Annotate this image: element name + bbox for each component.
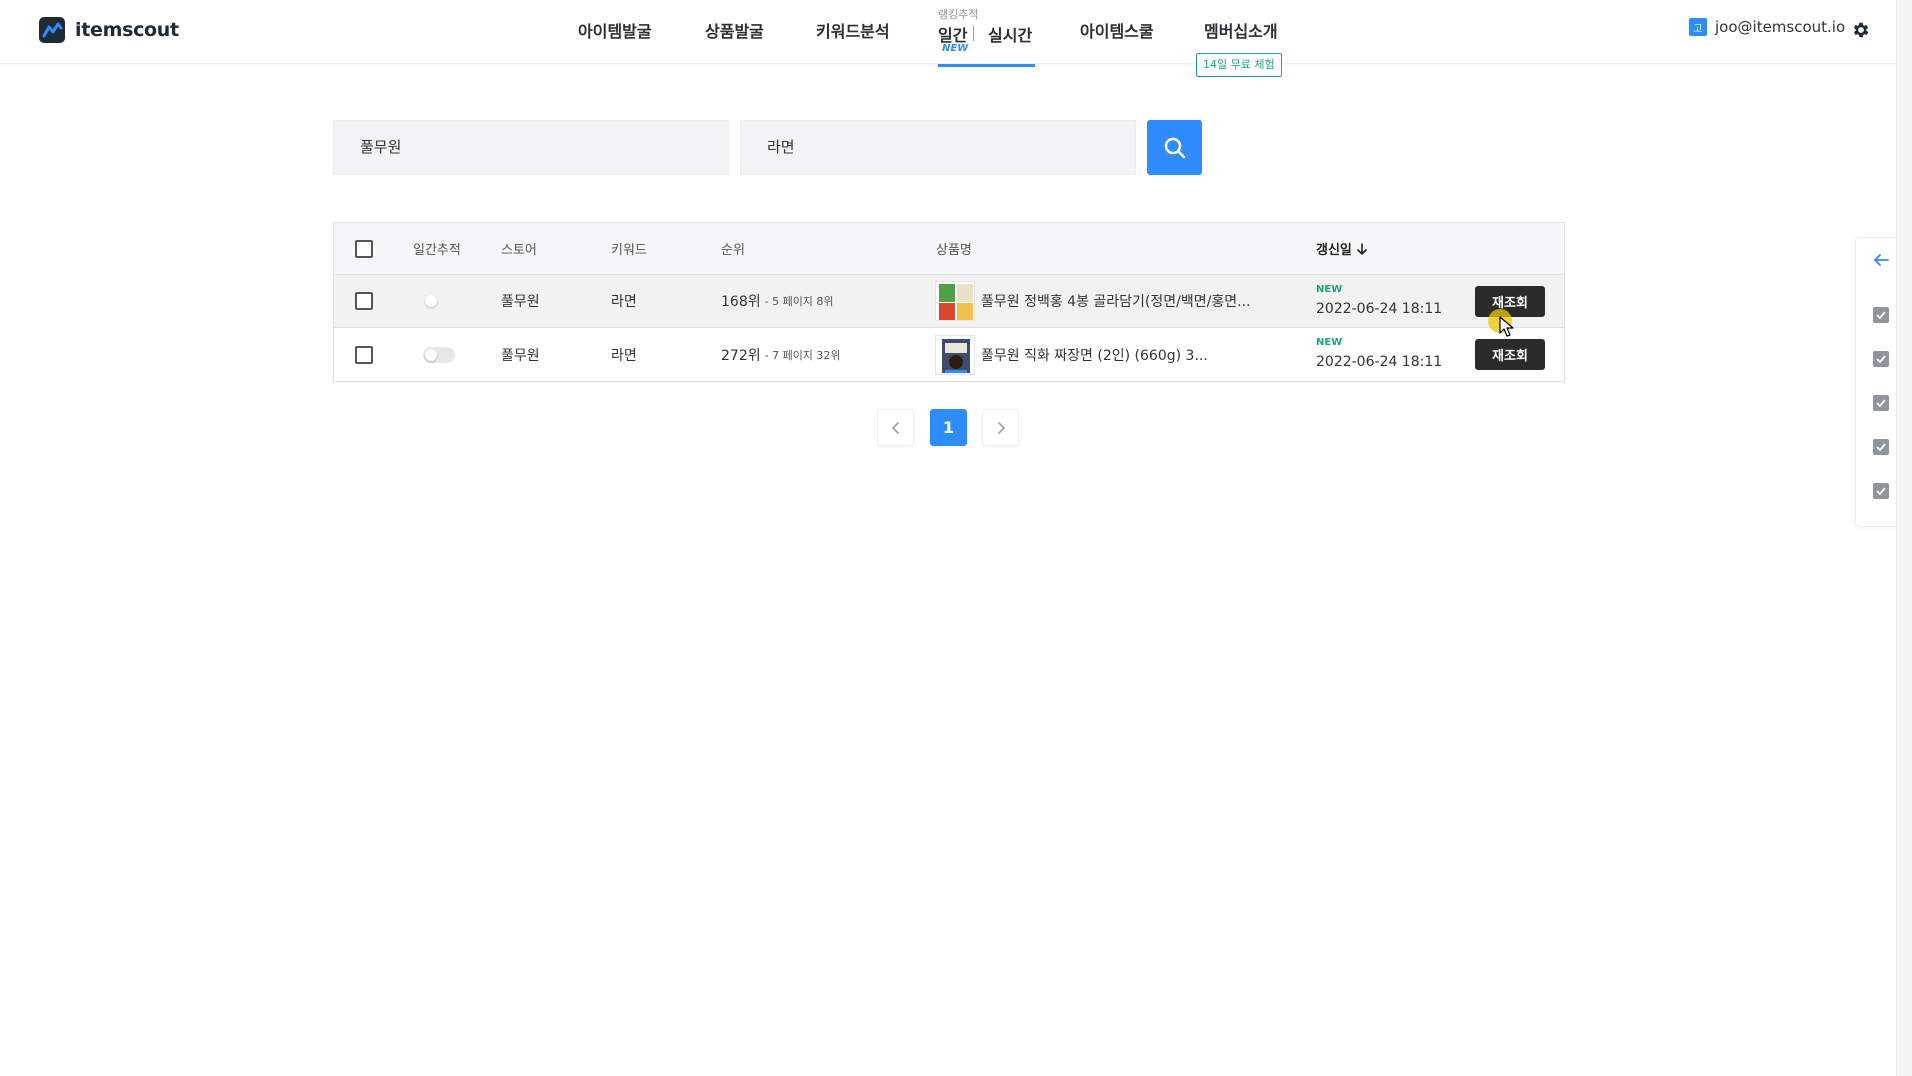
page-scrollbar[interactable] [1896, 0, 1912, 1076]
daily-tracking-toggle[interactable] [423, 346, 455, 363]
rank-tracking-label: 랭킹추적 [938, 8, 979, 21]
nav-rank-tracking: 랭킹추적 일간 실시간 NEW [938, 4, 1035, 68]
table-header: 일간추적 스토어 키워드 순위 상품명 갱신일 [334, 223, 1564, 275]
logo-text: itemscout [75, 19, 179, 41]
rank-cell: 168위 - 5 페이지 8위 [721, 275, 834, 327]
chevron-left-icon [891, 421, 899, 434]
mouse-cursor-icon [1499, 316, 1514, 337]
checkbox-checked-icon[interactable] [1873, 483, 1889, 499]
col-product-name: 상품명 [936, 243, 972, 258]
nav-item-realtime[interactable]: 실시간 [988, 22, 1032, 46]
col-store: 스토어 [501, 243, 537, 258]
new-badge: NEW [942, 43, 969, 54]
nav-item-keyword-analysis[interactable]: 키워드분석 [816, 18, 890, 42]
prev-page-button[interactable] [877, 409, 914, 446]
page-1-button[interactable]: 1 [930, 409, 967, 446]
select-all-cell [355, 223, 373, 274]
nav-item-item-school[interactable]: 아이템스쿨 [1080, 18, 1154, 42]
updated-cell: NEW 2022-06-24 18:11 [1316, 275, 1442, 327]
product-image [942, 338, 970, 373]
sort-down-icon [1357, 242, 1367, 255]
rank-page-detail: - 7 페이지 32위 [764, 348, 841, 362]
tracking-table: 일간추적 스토어 키워드 순위 상품명 갱신일 풀무원 라면 168위 - 5 … [333, 222, 1565, 382]
arrow-left-icon[interactable] [1872, 251, 1890, 269]
table-row[interactable]: 풀무원 라면 168위 - 5 페이지 8위 풀무원 정백홍 4봉 골라담기(정… [334, 275, 1564, 328]
search-icon [1164, 137, 1185, 158]
col-rank: 순위 [721, 243, 745, 258]
product-image [939, 284, 973, 320]
store-search-input[interactable]: 풀무원 [333, 120, 729, 175]
row-select-cell [355, 275, 373, 327]
nav-item-membership[interactable]: 멤버십소개 [1204, 18, 1278, 42]
active-tab-indicator [938, 64, 1035, 67]
gear-icon[interactable] [1851, 20, 1871, 40]
daily-tracking-toggle[interactable] [423, 293, 455, 309]
user-avatar: 고 [1689, 18, 1707, 36]
chevron-right-icon [997, 421, 1005, 434]
daily-tracking-cell [423, 328, 455, 381]
keyword-search-input[interactable]: 라면 [740, 120, 1136, 175]
col-daily-tracking: 일간추적 [413, 243, 461, 258]
updated-date: 2022-06-24 18:11 [1316, 354, 1443, 370]
free-trial-badge[interactable]: 14일 무료 체험 [1196, 53, 1282, 77]
row-select-cell [355, 328, 373, 381]
nav-item-discovery[interactable]: 아이템발굴 [578, 18, 652, 42]
checkbox-checked-icon[interactable] [1873, 351, 1889, 367]
store-cell: 풀무원 [501, 294, 540, 310]
keyword-cell: 라면 [611, 294, 637, 310]
checkbox-checked-icon[interactable] [1873, 395, 1889, 411]
rank-page-detail: - 5 페이지 8위 [764, 295, 834, 308]
product-name: 풀무원 정백홍 4봉 골라담기(정면/백면/홍면... [981, 294, 1251, 310]
row-checkbox[interactable] [355, 292, 373, 310]
updated-date: 2022-06-24 18:11 [1316, 300, 1443, 317]
next-page-button[interactable] [982, 409, 1019, 446]
updated-cell: NEW 2022-06-24 18:11 [1316, 328, 1442, 381]
product-thumbnail [935, 334, 975, 375]
table-row[interactable]: 풀무원 라면 272위 - 7 페이지 32위 풀무원 직화 짜장면 (2인) … [334, 328, 1564, 381]
new-label: NEW [1316, 337, 1343, 348]
keyword-cell: 라면 [611, 347, 637, 364]
rank-value: 272위 [721, 347, 761, 364]
refresh-button[interactable]: 재조회 [1475, 339, 1545, 370]
checkbox-checked-icon[interactable] [1873, 307, 1889, 323]
refresh-button[interactable]: 재조회 [1475, 285, 1545, 317]
user-menu[interactable]: 고 joo@itemscout.io [1689, 18, 1845, 36]
daily-tracking-cell [423, 275, 455, 327]
search-button[interactable] [1147, 120, 1202, 175]
nav-separator [973, 26, 974, 41]
product-cell[interactable]: 풀무원 정백홍 4봉 골라담기(정면/백면/홍면... [935, 275, 1250, 327]
product-name: 풀무원 직화 짜장면 (2인) (660g) 3... [981, 347, 1208, 364]
col-keyword: 키워드 [611, 243, 647, 258]
top-header: itemscout 아이템발굴 상품발굴 키워드분석 랭킹추적 일간 실시간 N… [0, 0, 1896, 77]
user-email: joo@itemscout.io [1715, 18, 1846, 36]
logo-icon [39, 17, 65, 43]
rank-value: 168위 [721, 294, 761, 310]
store-cell: 풀무원 [501, 347, 540, 364]
row-checkbox[interactable] [355, 345, 373, 364]
col-updated-label: 갱신일 [1316, 243, 1352, 258]
logo[interactable]: itemscout [39, 17, 179, 43]
product-cell[interactable]: 풀무원 직화 짜장면 (2인) (660g) 3... [935, 328, 1208, 381]
rank-cell: 272위 - 7 페이지 32위 [721, 328, 841, 381]
col-updated-sort[interactable]: 갱신일 [1316, 223, 1369, 274]
nav-item-product-discovery[interactable]: 상품발굴 [705, 18, 764, 42]
product-thumbnail [935, 281, 975, 321]
new-label: NEW [1316, 283, 1343, 295]
checkbox-checked-icon[interactable] [1873, 439, 1889, 455]
select-all-checkbox[interactable] [355, 239, 373, 258]
